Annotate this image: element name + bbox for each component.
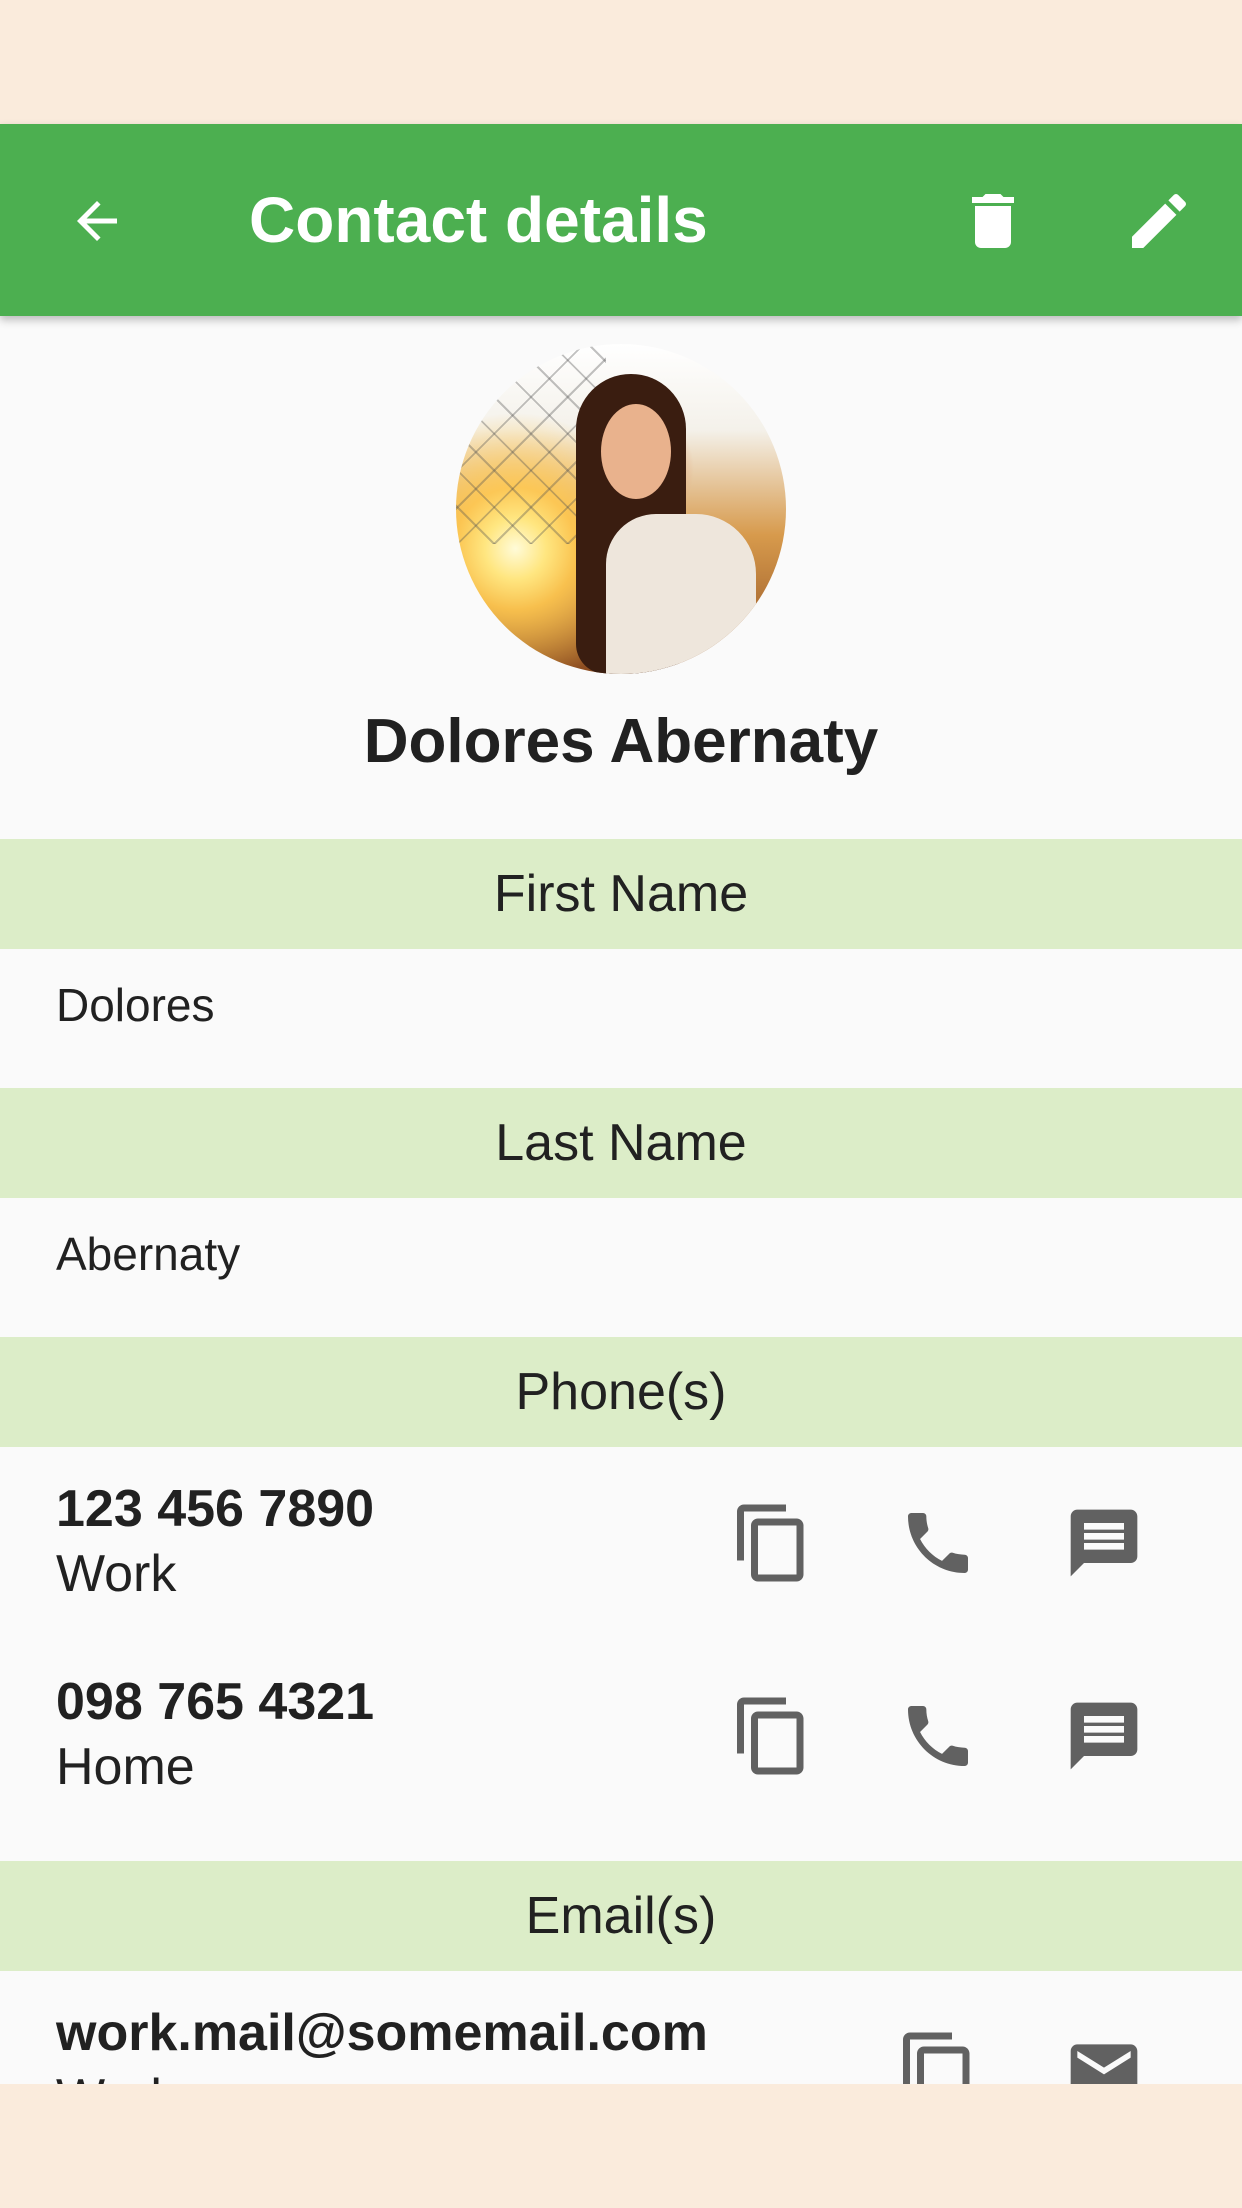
last-name-header: Last Name <box>0 1088 1242 1198</box>
delete-icon <box>972 194 1014 248</box>
message-icon <box>1070 1509 1138 1577</box>
phone-number: 098 765 4321 <box>56 1673 375 1731</box>
send-email-button[interactable] <box>1059 2026 1149 2084</box>
arrow-back-icon <box>77 201 117 241</box>
copy-icon <box>737 1504 804 1582</box>
last-name-value: Abernaty <box>56 1228 241 1280</box>
contact-full-name: Dolores Abernaty <box>363 707 879 776</box>
message-phone-button[interactable] <box>1059 1498 1149 1588</box>
phone-label: Work <box>56 1545 177 1603</box>
email-label: Work <box>56 2068 176 2084</box>
edit-button[interactable] <box>1118 180 1200 262</box>
phone-icon <box>908 1706 968 1766</box>
contact-avatar <box>456 344 786 674</box>
navigation-bar-area <box>0 2084 1242 2208</box>
copy-icon <box>737 1697 804 1775</box>
copy-phone-button[interactable] <box>727 1691 817 1781</box>
first-name-value: Dolores <box>56 979 215 1031</box>
message-icon <box>1070 1702 1138 1770</box>
copy-email-button[interactable] <box>893 2026 983 2084</box>
emails-header: Email(s) <box>0 1861 1242 1971</box>
app-bar: Contact details <box>0 124 1242 316</box>
call-phone-button[interactable] <box>893 1498 983 1588</box>
delete-button[interactable] <box>952 180 1034 262</box>
edit-icon <box>1132 193 1187 248</box>
message-phone-button[interactable] <box>1059 1691 1149 1781</box>
phones-header: Phone(s) <box>0 1337 1242 1447</box>
phone-icon <box>908 1513 968 1573</box>
email-address: work.mail@somemail.com <box>56 2004 708 2062</box>
contact-details-content[interactable]: Dolores Abernaty First Name Dolores Last… <box>0 316 1242 2084</box>
phone-number: 123 456 7890 <box>56 1480 375 1538</box>
copy-icon <box>903 2032 970 2084</box>
copy-phone-button[interactable] <box>727 1498 817 1588</box>
status-bar-area <box>0 0 1242 124</box>
back-button[interactable] <box>56 180 138 262</box>
phone-label: Home <box>56 1738 195 1796</box>
call-phone-button[interactable] <box>893 1691 983 1781</box>
email-icon <box>1070 2044 1138 2084</box>
page-title: Contact details <box>249 184 708 256</box>
first-name-header: First Name <box>0 839 1242 949</box>
